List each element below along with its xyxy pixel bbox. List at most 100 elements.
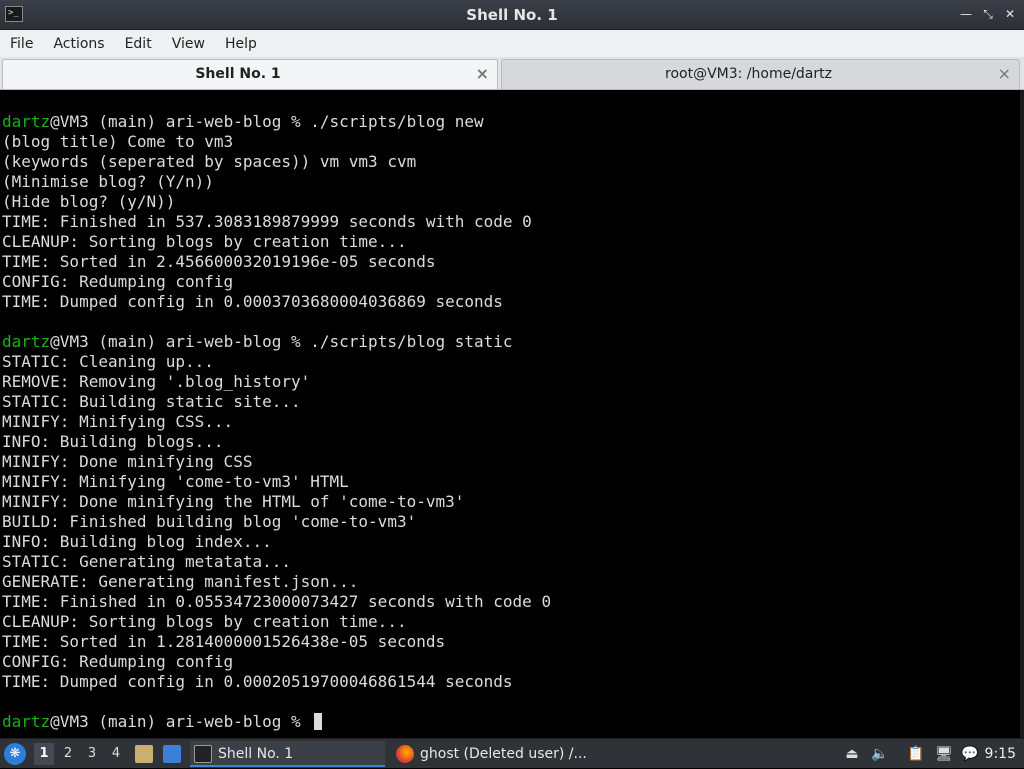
- line-text: MINIFY: Done minifying the HTML of 'come…: [2, 492, 465, 511]
- volume-icon[interactable]: 🔈: [871, 745, 889, 763]
- line-text: GENERATE: Generating manifest.json...: [2, 572, 359, 591]
- workspace-3[interactable]: 3: [82, 743, 102, 765]
- menu-file[interactable]: File: [0, 36, 43, 52]
- tab-close-icon[interactable]: ×: [476, 64, 489, 83]
- line-text: CLEANUP: Sorting blogs by creation time.…: [2, 612, 407, 631]
- line-text: (blog title) Come to vm3: [2, 132, 234, 151]
- line-text: TIME: Finished in 537.3083189879999 seco…: [2, 212, 532, 231]
- prompt-user: dartz: [2, 112, 51, 131]
- clipboard-icon[interactable]: 📋: [907, 745, 925, 763]
- line-text: STATIC: Cleaning up...: [2, 352, 214, 371]
- chat-icon[interactable]: 💬: [961, 745, 979, 763]
- workspace-2[interactable]: 2: [58, 743, 78, 765]
- terminal-output[interactable]: dartz@VM3 (main) ari-web-blog % ./script…: [0, 90, 1024, 738]
- start-menu-icon[interactable]: ❋: [4, 743, 26, 765]
- task-label: Shell No. 1: [218, 746, 294, 762]
- line-text: TIME: Dumped config in 0.000205197000468…: [2, 672, 513, 691]
- prompt-user: dartz: [2, 712, 51, 731]
- text-cursor: [314, 713, 323, 730]
- line-text: MINIFY: Done minifying CSS: [2, 452, 253, 471]
- line-text: TIME: Sorted in 2.456600032019196e-05 se…: [2, 252, 436, 271]
- network-icon[interactable]: 🖥: [935, 745, 953, 763]
- line-text: (Hide blog? (y/N)): [2, 192, 176, 211]
- line-text: MINIFY: Minifying 'come-to-vm3' HTML: [2, 472, 349, 491]
- line-text: @VM3 (main) ari-web-blog % ./scripts/blo…: [50, 332, 513, 351]
- line-text: MINIFY: Minifying CSS...: [2, 412, 234, 431]
- line-text: BUILD: Finished building blog 'come-to-v…: [2, 512, 417, 531]
- line-text: INFO: Building blogs...: [2, 432, 224, 451]
- window-controls: — ⤡ ✕: [958, 5, 1018, 23]
- menu-view[interactable]: View: [162, 36, 215, 52]
- tab-label: Shell No. 1: [195, 66, 281, 82]
- menu-help[interactable]: Help: [215, 36, 267, 52]
- terminal-scrollbar[interactable]: [1020, 90, 1024, 738]
- line-text: TIME: Finished in 0.05534723000073427 se…: [2, 592, 552, 611]
- taskbar: ❋ 1 2 3 4 Shell No. 1 ghost (Deleted use…: [0, 738, 1024, 768]
- line-text: CLEANUP: Sorting blogs by creation time.…: [2, 232, 407, 251]
- output-line: (Minimise blog? (Y/n)): [2, 172, 551, 192]
- terminal-lines: dartz@VM3 (main) ari-web-blog % ./script…: [2, 112, 551, 732]
- output-line: MINIFY: Minifying CSS...: [2, 412, 551, 432]
- workspace-1[interactable]: 1: [34, 743, 54, 765]
- task-ghost-browser[interactable]: ghost (Deleted user) /...: [392, 741, 592, 767]
- output-line: TIME: Sorted in 1.2814000001526438e-05 s…: [2, 632, 551, 652]
- minimize-icon[interactable]: —: [958, 5, 974, 23]
- workspace-4[interactable]: 4: [106, 743, 126, 765]
- file-manager-icon[interactable]: [135, 745, 153, 763]
- output-line: (keywords (seperated by spaces)) vm vm3 …: [2, 152, 551, 172]
- tab-label: root@VM3: /home/dartz: [665, 66, 832, 82]
- output-line: CLEANUP: Sorting blogs by creation time.…: [2, 612, 551, 632]
- line-text: STATIC: Building static site...: [2, 392, 301, 411]
- output-line: MINIFY: Done minifying CSS: [2, 452, 551, 472]
- line-text: (keywords (seperated by spaces)) vm vm3 …: [2, 152, 417, 171]
- output-line: STATIC: Generating metatata...: [2, 552, 551, 572]
- output-line: REMOVE: Removing '.blog_history': [2, 372, 551, 392]
- eject-icon[interactable]: ⏏: [843, 745, 861, 763]
- line-text: INFO: Building blog index...: [2, 532, 272, 551]
- output-line: TIME: Dumped config in 0.000370368000403…: [2, 292, 551, 312]
- close-icon[interactable]: ✕: [1002, 5, 1018, 23]
- output-line: GENERATE: Generating manifest.json...: [2, 572, 551, 592]
- output-line: TIME: Dumped config in 0.000205197000468…: [2, 672, 551, 692]
- tab-close-icon[interactable]: ×: [998, 64, 1011, 83]
- output-line: (blog title) Come to vm3: [2, 132, 551, 152]
- prompt-line: dartz@VM3 (main) ari-web-blog % ./script…: [2, 112, 551, 132]
- firefox-icon: [396, 745, 414, 763]
- output-line: CONFIG: Redumping config: [2, 652, 551, 672]
- output-line: STATIC: Cleaning up...: [2, 352, 551, 372]
- tab-shell-no-1[interactable]: Shell No. 1 ×: [2, 59, 498, 89]
- tab-bar: Shell No. 1 × root@VM3: /home/dartz ×: [0, 57, 1024, 90]
- output-line: CLEANUP: Sorting blogs by creation time.…: [2, 232, 551, 252]
- line-text: TIME: Dumped config in 0.000370368000403…: [2, 292, 503, 311]
- output-line: INFO: Building blogs...: [2, 432, 551, 452]
- task-shell-no-1[interactable]: Shell No. 1: [190, 741, 385, 767]
- tab-root-home-dartz[interactable]: root@VM3: /home/dartz ×: [501, 59, 1020, 89]
- menu-bar: File Actions Edit View Help: [0, 30, 1024, 57]
- line-text: (Minimise blog? (Y/n)): [2, 172, 214, 191]
- output-line: (Hide blog? (y/N)): [2, 192, 551, 212]
- title-bar: >_ Shell No. 1 — ⤡ ✕: [0, 0, 1024, 30]
- menu-actions[interactable]: Actions: [43, 36, 114, 52]
- prompt-user: dartz: [2, 332, 51, 351]
- line-text: REMOVE: Removing '.blog_history': [2, 372, 311, 391]
- show-desktop-icon[interactable]: [163, 745, 181, 763]
- prompt-line: dartz@VM3 (main) ari-web-blog % ./script…: [2, 332, 551, 352]
- clock: 9:15: [984, 746, 1016, 762]
- output-line: MINIFY: Done minifying the HTML of 'come…: [2, 492, 551, 512]
- restore-icon[interactable]: ⤡: [980, 5, 996, 23]
- line-text: @VM3 (main) ari-web-blog % ./scripts/blo…: [50, 112, 484, 131]
- output-line: TIME: Sorted in 2.456600032019196e-05 se…: [2, 252, 551, 272]
- output-line: CONFIG: Redumping config: [2, 272, 551, 292]
- line-text: TIME: Sorted in 1.2814000001526438e-05 s…: [2, 632, 446, 651]
- output-line: BUILD: Finished building blog 'come-to-v…: [2, 512, 551, 532]
- output-line: TIME: Finished in 0.05534723000073427 se…: [2, 592, 551, 612]
- output-line: INFO: Building blog index...: [2, 532, 551, 552]
- output-line: MINIFY: Minifying 'come-to-vm3' HTML: [2, 472, 551, 492]
- line-text: @VM3 (main) ari-web-blog %: [50, 712, 311, 731]
- menu-edit[interactable]: Edit: [115, 36, 162, 52]
- window-title: Shell No. 1: [466, 6, 558, 24]
- terminal-icon: [194, 745, 212, 763]
- line-text: CONFIG: Redumping config: [2, 272, 234, 291]
